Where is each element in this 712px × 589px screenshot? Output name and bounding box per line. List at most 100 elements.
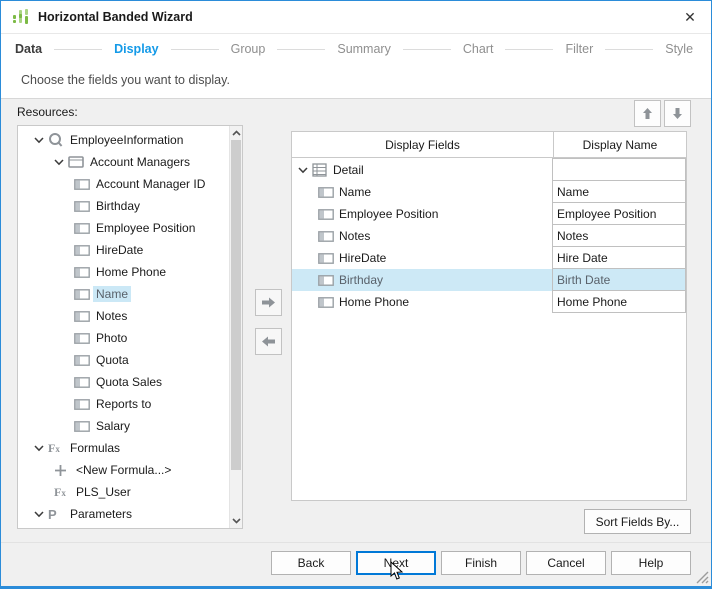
step-connector	[277, 48, 326, 50]
field-row[interactable]: Employee Position Employee Position	[292, 202, 686, 225]
tree-item[interactable]: Reports to	[18, 393, 229, 415]
step-summary[interactable]: Summary	[337, 42, 390, 56]
field-row[interactable]: Detail	[292, 158, 686, 181]
tree-scrollbar[interactable]	[229, 126, 242, 528]
tree-item-label: Home Phone	[96, 265, 167, 279]
field-icon	[318, 186, 337, 198]
bottom-divider	[1, 542, 711, 543]
tree-item[interactable]: Employee Position	[18, 217, 229, 239]
move-down-button[interactable]	[664, 100, 691, 127]
help-button[interactable]: Help	[611, 551, 691, 575]
tree-item[interactable]: Quota	[18, 349, 229, 371]
display-name-cell[interactable]: Home Phone	[552, 290, 686, 313]
tree-item[interactable]: Account Managers	[18, 151, 229, 173]
tree-item-label: Employee Position	[96, 221, 196, 235]
step-filter[interactable]: Filter	[565, 42, 593, 56]
chevron-down-icon[interactable]	[34, 136, 48, 144]
display-name-cell[interactable]: Name	[552, 180, 686, 203]
display-fields-rows: Detail Name Name Employee Position Employee …	[292, 158, 686, 313]
move-up-button[interactable]	[634, 100, 661, 127]
tree-item-label: Name	[93, 286, 132, 302]
chevron-down-icon[interactable]	[34, 510, 48, 518]
sort-fields-by-button[interactable]: Sort Fields By...	[584, 509, 691, 534]
down-arrow-icon	[673, 108, 682, 119]
remove-field-button[interactable]	[255, 328, 282, 355]
tree-item-label: PLS_User	[76, 485, 131, 499]
display-name-cell[interactable]: Hire Date	[552, 246, 686, 269]
tree-item[interactable]: Fx PLS_User	[18, 481, 229, 503]
field-row[interactable]: Home Phone Home Phone	[292, 290, 686, 313]
tree-item-label: Quota Sales	[96, 375, 163, 389]
next-button[interactable]: Next	[356, 551, 436, 575]
field-row[interactable]: Notes Notes	[292, 224, 686, 247]
tree-item[interactable]: <New Formula...>	[18, 459, 229, 481]
tree-item[interactable]: Notes	[18, 305, 229, 327]
back-button[interactable]: Back	[271, 551, 351, 575]
field-icon	[74, 376, 93, 388]
scroll-up-icon[interactable]	[230, 126, 242, 140]
step-description: Choose the fields you want to display.	[21, 73, 230, 87]
tree-item[interactable]: Quota Sales	[18, 371, 229, 393]
step-data[interactable]: Data	[15, 42, 42, 56]
field-icon	[74, 266, 93, 278]
display-name-cell[interactable]: Notes	[552, 224, 686, 247]
plus-icon	[54, 464, 73, 477]
banded-chart-icon	[13, 9, 29, 25]
tree-item[interactable]: P Parameters	[18, 503, 229, 525]
step-connector	[605, 48, 654, 50]
tree-item[interactable]: Home Phone	[18, 261, 229, 283]
field-row[interactable]: HireDate Hire Date	[292, 246, 686, 269]
step-connector	[505, 48, 554, 50]
field-icon	[74, 310, 93, 322]
display-name-cell[interactable]: Birth Date	[552, 268, 686, 291]
field-icon	[74, 178, 93, 190]
dialog-body: Resources: EmployeeInformation Account Ma…	[1, 99, 711, 586]
scrollbar-thumb[interactable]	[231, 140, 241, 470]
resources-label: Resources:	[17, 105, 78, 119]
right-arrow-icon	[262, 297, 275, 308]
scroll-down-icon[interactable]	[230, 514, 242, 528]
display-name-cell[interactable]: Employee Position	[552, 202, 686, 225]
tree-item[interactable]: Account Manager ID	[18, 173, 229, 195]
field-row[interactable]: Name Name	[292, 180, 686, 203]
field-label: Detail	[333, 163, 364, 177]
close-icon[interactable]: ✕	[669, 1, 711, 33]
step-group[interactable]: Group	[231, 42, 266, 56]
field-icon	[318, 252, 337, 264]
step-display[interactable]: Display	[114, 42, 158, 56]
step-style[interactable]: Style	[665, 42, 693, 56]
field-row[interactable]: Birthday Birth Date	[292, 268, 686, 291]
resize-grip[interactable]	[694, 569, 709, 584]
tree-item-label: Reports to	[96, 397, 152, 411]
wizard-dialog: Horizontal Banded Wizard ✕ Data Display Gr…	[0, 0, 712, 589]
tree-item-label: Photo	[96, 331, 128, 345]
finish-button[interactable]: Finish	[441, 551, 521, 575]
display-fields-panel: Display Fields Display Name Detail Name Na…	[291, 131, 687, 501]
chevron-down-icon[interactable]	[54, 158, 68, 166]
table-header: Display Fields Display Name	[292, 132, 686, 158]
tree-item[interactable]: Fx Formulas	[18, 437, 229, 459]
field-icon	[318, 208, 337, 220]
field-icon	[74, 420, 93, 432]
tree-item[interactable]: Photo	[18, 327, 229, 349]
tree-item[interactable]: EmployeeInformation	[18, 129, 229, 151]
tree-item-label: Notes	[96, 309, 128, 323]
chevron-down-icon[interactable]	[298, 166, 312, 174]
tree-item[interactable]: Birthday	[18, 195, 229, 217]
tree-item-label: <New Formula...>	[76, 463, 172, 477]
tree-item-label: Account Manager ID	[96, 177, 206, 191]
tree-item-label: EmployeeInformation	[70, 133, 184, 147]
chevron-down-icon[interactable]	[34, 444, 48, 452]
cancel-button[interactable]: Cancel	[526, 551, 606, 575]
title-bar: Horizontal Banded Wizard ✕	[1, 1, 711, 34]
tree-item[interactable]: Salary	[18, 415, 229, 437]
window-title: Horizontal Banded Wizard	[38, 10, 193, 24]
step-chart[interactable]: Chart	[463, 42, 494, 56]
field-label: Notes	[339, 229, 371, 243]
display-name-cell[interactable]	[552, 158, 686, 181]
tree-item[interactable]: HireDate	[18, 239, 229, 261]
field-icon	[318, 296, 337, 308]
tree-item[interactable]: Name	[18, 283, 229, 305]
add-field-button[interactable]	[255, 289, 282, 316]
field-icon	[318, 274, 337, 286]
